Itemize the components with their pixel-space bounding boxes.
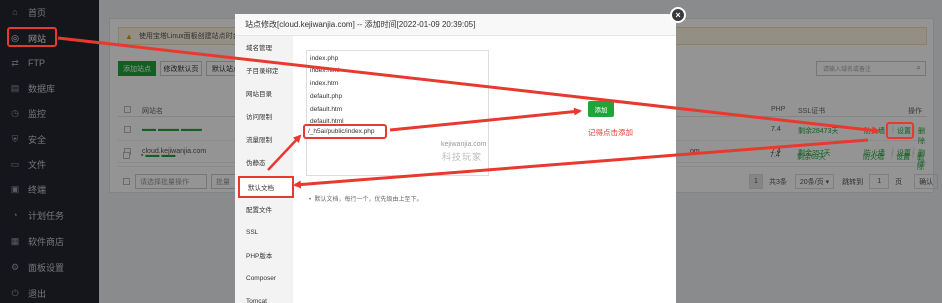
arrow-website-to-settings <box>57 36 880 135</box>
arrow-settings-to-default-doc <box>293 138 869 189</box>
arrow-default-doc-to-entry <box>267 134 302 171</box>
annotation-arrows <box>57 36 880 189</box>
arrow-entry-to-add <box>389 107 582 132</box>
